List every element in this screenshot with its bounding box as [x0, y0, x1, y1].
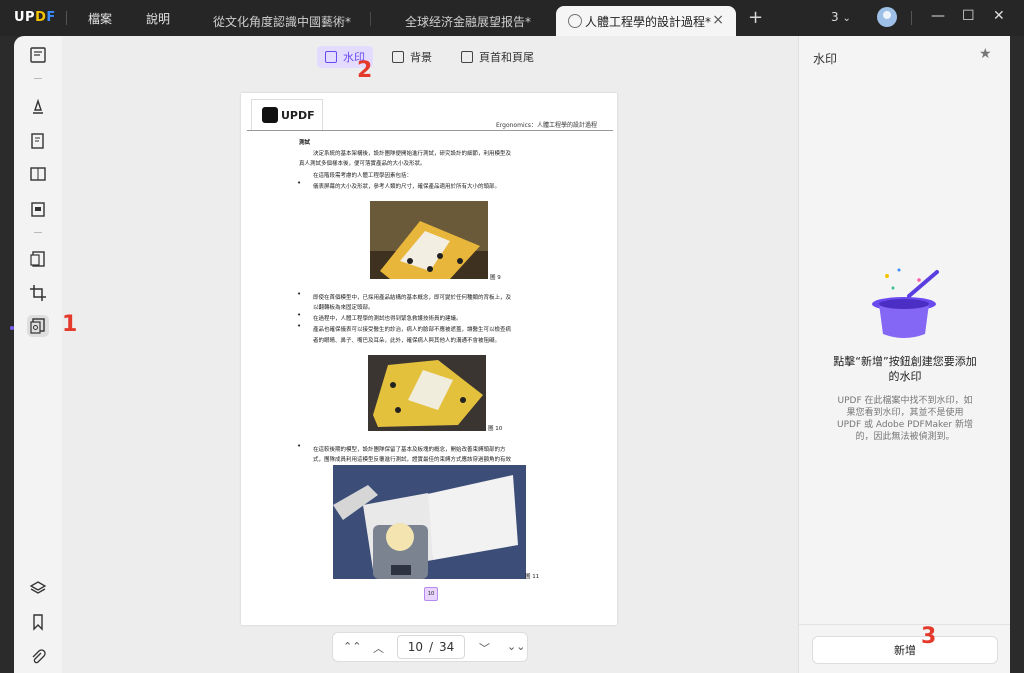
updf-logo-icon — [262, 107, 278, 123]
annotation-step-3: 3 — [921, 624, 937, 649]
paragraph-line: 真人測試多個樣本後，便可落實產品的大小及形狀。 — [299, 161, 426, 167]
tab-document-1[interactable]: 從文化角度認識中國藝術* — [206, 6, 358, 36]
total-pages: 34 — [439, 640, 455, 654]
close-tab-icon[interactable]: × — [712, 12, 724, 28]
figure-caption: 圖 9 — [490, 275, 501, 281]
paragraph-line: 以翻轉板為來固定頭部。 — [313, 305, 374, 311]
panel-title: 水印 — [813, 52, 838, 66]
paragraph-line: 在這階段需考慮的人體工程學因素包括： — [313, 173, 413, 179]
document-canvas: 水印 背景 頁首和頁尾 UPDF Ergonomics：人體工程學的設計過程 測… — [62, 36, 798, 673]
watermark-panel: 水印 ★ 點擊“新增”按鈕創建您要添加 的水印 UPDF 在此檔案中找不到水印，… — [798, 36, 1011, 673]
bullet: • — [297, 322, 302, 330]
form-icon[interactable] — [27, 198, 49, 220]
divider — [911, 11, 912, 25]
layers-icon[interactable] — [27, 577, 49, 599]
title-bar: UPDF 檔案 說明 從文化角度認識中國藝術* 全球经济金融展望报告* 人體工程… — [0, 0, 1024, 36]
next-page-button[interactable]: ﹀ — [479, 640, 490, 656]
attachment-icon[interactable] — [27, 646, 49, 668]
divider — [34, 232, 42, 233]
previous-page-button[interactable]: ︿ — [373, 640, 384, 656]
menu-help[interactable]: 說明 — [146, 10, 170, 27]
tab-label: 從文化角度認識中國藝術* — [212, 14, 351, 29]
figure-image — [368, 355, 486, 431]
page-separator: / — [428, 640, 434, 654]
document-icon — [568, 14, 582, 28]
paragraph-line: 產品也確保儀表可以接受醫生的診治，病人的臉部不應被遮蓋，讓醫生可以檢查病 — [313, 327, 512, 333]
section-heading: 測試 — [299, 140, 311, 146]
paragraph-line: 在過程中，人體工程學的測試也得到緊急救護技術員的建議。 — [313, 316, 462, 322]
chevron-down-icon: ⌄ — [842, 13, 851, 24]
figure-caption: 圖 10 — [488, 426, 503, 432]
tab-document-2[interactable]: 全球经济金融展望报告* — [390, 6, 546, 36]
first-page-button[interactable]: ⌃⌃ — [343, 640, 361, 653]
divider — [66, 11, 67, 25]
star-icon[interactable]: ★ — [979, 46, 992, 62]
background-icon — [392, 51, 404, 63]
divider — [370, 12, 371, 26]
empty-state-note: UPDF 在此檔案中找不到水印，如 果您看到水印，其並不是使用 UPDF 或 A… — [837, 396, 973, 442]
paragraph-line: 者的眼睛、鼻子、嘴巴及耳朵，此外，確保病人與其他人的溝通不會被阻礙。 — [313, 338, 501, 344]
bookmark-icon[interactable] — [27, 611, 49, 633]
left-toolbar — [14, 36, 62, 673]
header-footer-icon — [461, 51, 473, 63]
empty-state-message: 點擊“新增”按鈕創建您要添加 的水印 — [833, 355, 977, 383]
bullet: • — [297, 179, 302, 187]
tab-document-3[interactable]: 人體工程學的設計過程* × — [556, 6, 736, 36]
divider — [34, 78, 42, 79]
header-rule — [247, 130, 613, 131]
add-watermark-button[interactable]: 新增 — [812, 636, 998, 664]
tab-label: 人體工程學的設計過程* — [584, 14, 711, 29]
pdf-page[interactable]: UPDF Ergonomics：人體工程學的設計過程 測試 決定系統的基本架構後… — [241, 93, 617, 625]
reader-mode-icon[interactable] — [27, 44, 49, 66]
annotation-step-2: 2 — [357, 58, 373, 83]
header-footer-tab[interactable]: 頁首和頁尾 — [453, 46, 542, 68]
maximize-button[interactable]: ☐ — [962, 8, 975, 24]
page-header: Ergonomics：人體工程學的設計過程 — [496, 122, 598, 129]
minimize-button[interactable]: — — [931, 8, 945, 24]
edit-pdf-icon[interactable] — [27, 130, 49, 152]
organize-pages-icon[interactable] — [27, 248, 49, 270]
close-window-button[interactable]: ✕ — [993, 8, 1005, 24]
app-logo: UPDF — [14, 10, 56, 25]
paragraph-line: 決定系統的基本架構後，設計團隊便開始進行測試，研究設計的細節，利用模型及 — [313, 151, 512, 157]
tab-label: 全球经济金融展望报告* — [404, 14, 531, 29]
figure-caption: 圖 11 — [525, 574, 540, 580]
current-page: 10 — [407, 640, 423, 654]
watermark-icon — [325, 51, 337, 63]
active-indicator — [10, 326, 14, 330]
watermark-subtoolbar: 水印 背景 頁首和頁尾 — [62, 46, 798, 68]
new-tab-button[interactable]: + — [748, 7, 763, 28]
bullet: • — [297, 442, 302, 450]
header-footer-label: 頁首和頁尾 — [479, 51, 534, 64]
paragraph-line: 在這較後期的模型，設計團隊保留了基本及板塊的概念，開始改善束縛頭部的方 — [313, 447, 506, 453]
comment-icon[interactable] — [27, 96, 49, 118]
menu-file[interactable]: 檔案 — [88, 10, 112, 27]
page-layout-icon[interactable] — [27, 163, 49, 185]
crop-icon[interactable] — [27, 282, 49, 304]
watermark-tool-icon[interactable] — [27, 315, 49, 337]
page-logo: UPDF — [251, 99, 323, 131]
paragraph-line: 式，團隊成員利用這模型反覆進行測試，證實最佳的束縛方式應該穿過額角的有效 — [313, 457, 512, 463]
last-page-button[interactable]: ⌄⌄ — [507, 640, 525, 653]
magic-hat-icon — [869, 266, 939, 341]
bullet: • — [297, 290, 302, 298]
avatar[interactable] — [877, 7, 897, 27]
figure-image — [370, 201, 488, 279]
open-files-count[interactable]: 3 ⌄ — [831, 10, 851, 24]
page-number-badge: 10 — [424, 587, 438, 601]
background-tab[interactable]: 背景 — [384, 46, 440, 68]
paragraph-line: 儀表屏幕的大小及形狀，參考人類的尺寸，確保產品適用於所有大小的頭部。 — [313, 184, 501, 190]
paragraph-line: 即使在首個模型中，已採用產品結構的基本概念，即可變於任何種類的背板上，及 — [313, 295, 512, 301]
page-number-input[interactable]: 10 / 34 — [397, 635, 465, 659]
logo-text: UPDF — [281, 108, 315, 122]
background-label: 背景 — [410, 51, 432, 64]
page-navigator: ⌃⌃ ︿ 10 / 34 ﹀ ⌄⌄ — [332, 632, 528, 662]
annotation-step-1: 1 — [62, 312, 78, 337]
figure-image — [333, 465, 526, 579]
bullet: • — [297, 311, 302, 319]
window-edge — [1010, 36, 1024, 673]
divider — [799, 624, 1011, 625]
